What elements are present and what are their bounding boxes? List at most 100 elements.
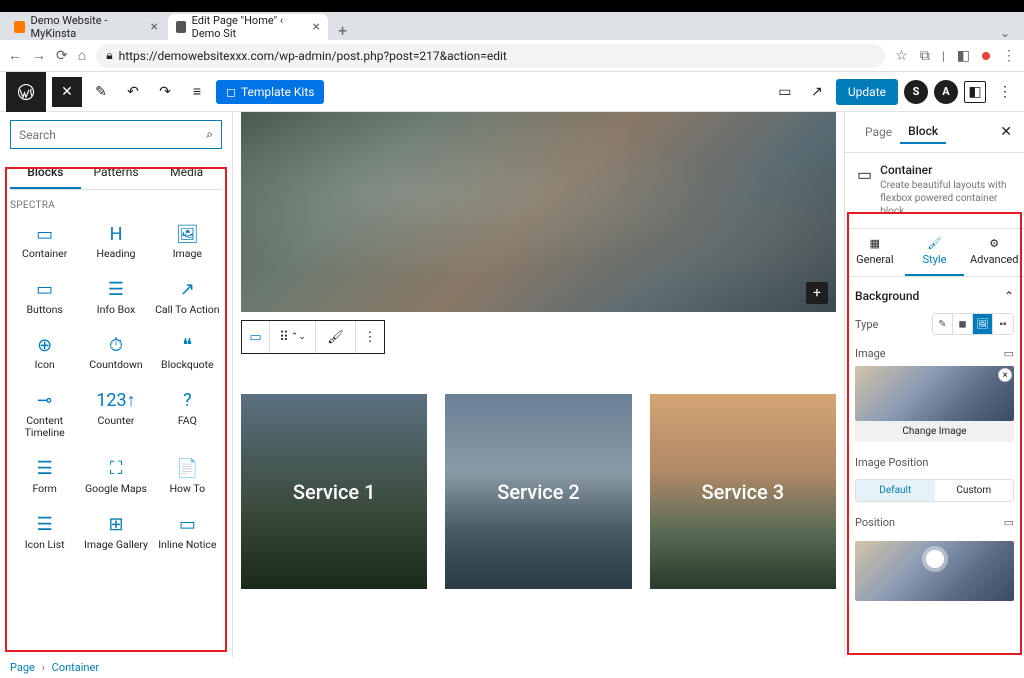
iconlist-icon: ☰ bbox=[37, 514, 53, 536]
counter-icon: 123↑ bbox=[96, 390, 135, 412]
countdown-icon: ⏱ bbox=[109, 334, 123, 356]
more-options-icon[interactable]: ⋮ bbox=[356, 321, 384, 353]
label-image: Image bbox=[855, 347, 886, 360]
menu-icon[interactable]: ⋮ bbox=[1002, 48, 1016, 64]
position-default[interactable]: Default bbox=[856, 480, 935, 501]
forward-icon[interactable]: → bbox=[32, 47, 46, 64]
block-notice[interactable]: ▭Inline Notice bbox=[153, 506, 222, 560]
close-icon[interactable]: × bbox=[313, 19, 320, 35]
hero-container-block[interactable]: + bbox=[241, 112, 836, 312]
tab-page[interactable]: Page bbox=[857, 121, 900, 143]
search-icon: ⌕ bbox=[206, 127, 213, 142]
drag-handle[interactable]: ⠿ ⌃⌄ bbox=[270, 321, 316, 353]
astra-icon[interactable]: A bbox=[934, 80, 958, 104]
browser-tab-active[interactable]: Edit Page "Home" ‹ Demo Sit × bbox=[168, 14, 328, 40]
browser-tab[interactable]: Demo Website - MyKinsta × bbox=[6, 14, 166, 40]
close-icon[interactable]: × bbox=[151, 19, 158, 35]
block-maps[interactable]: ⛶Google Maps bbox=[81, 450, 150, 504]
change-image-button[interactable]: Change Image bbox=[855, 421, 1014, 442]
tab-media[interactable]: Media bbox=[151, 157, 222, 189]
lock-icon: 🔒︎ bbox=[106, 48, 112, 63]
redo-icon[interactable]: ↷ bbox=[152, 79, 178, 105]
add-block-button[interactable]: + bbox=[806, 282, 828, 304]
block-type-icon[interactable]: ▭ bbox=[242, 321, 270, 353]
options-icon[interactable]: ⋮ bbox=[992, 79, 1018, 105]
block-heading[interactable]: HHeading bbox=[81, 215, 150, 269]
panel-icon[interactable]: ◧ bbox=[957, 48, 970, 64]
settings-panel-icon[interactable]: ◧ bbox=[964, 81, 986, 103]
block-gallery[interactable]: ⊞Image Gallery bbox=[81, 506, 150, 560]
extensions-icon[interactable]: ⧉ bbox=[920, 48, 930, 64]
home-icon[interactable]: ⌂ bbox=[78, 47, 86, 64]
timeline-icon: ⊸ bbox=[37, 390, 52, 412]
desktop-icon[interactable]: ▭ bbox=[1004, 516, 1014, 529]
tab-blocks[interactable]: Blocks bbox=[10, 157, 81, 189]
profile-icon[interactable] bbox=[982, 52, 990, 60]
back-icon[interactable]: ← bbox=[8, 47, 22, 64]
tab-favicon bbox=[176, 21, 186, 33]
breadcrumb-page[interactable]: Page bbox=[10, 661, 35, 674]
block-cta[interactable]: ↗Call To Action bbox=[153, 271, 222, 325]
external-link-icon[interactable]: ↗ bbox=[804, 79, 830, 105]
tab-style[interactable]: 🖌Style bbox=[905, 229, 965, 276]
type-color-icon[interactable]: ◼ bbox=[953, 314, 973, 334]
address-bar[interactable]: 🔒︎ https://demowebsitexxx.com/wp-admin/p… bbox=[96, 44, 885, 68]
wordpress-logo[interactable] bbox=[6, 72, 46, 112]
breadcrumb-container[interactable]: Container bbox=[52, 661, 99, 674]
tab-general[interactable]: ▦General bbox=[845, 229, 905, 276]
new-tab-button[interactable]: + bbox=[330, 21, 355, 40]
style-icon: 🖌 bbox=[928, 237, 942, 250]
block-icon[interactable]: ⊕Icon bbox=[10, 326, 79, 380]
service-card[interactable]: Service 3 bbox=[650, 394, 836, 589]
update-button[interactable]: Update bbox=[836, 79, 898, 105]
close-icon[interactable]: ✕ bbox=[1000, 124, 1012, 140]
search-input[interactable]: ⌕ bbox=[10, 120, 222, 149]
block-iconlist[interactable]: ☰Icon List bbox=[10, 506, 79, 560]
desktop-view-icon[interactable]: ▭ bbox=[772, 79, 798, 105]
chevron-down-icon[interactable]: ⌄ bbox=[1000, 26, 1010, 40]
block-form[interactable]: ☰Form bbox=[10, 450, 79, 504]
tab-patterns[interactable]: Patterns bbox=[81, 157, 152, 189]
block-blockquote[interactable]: ❝Blockquote bbox=[153, 326, 222, 380]
focal-point-picker[interactable] bbox=[855, 541, 1014, 601]
background-image-preview[interactable]: × bbox=[855, 366, 1014, 421]
reload-icon[interactable]: ⟳ bbox=[56, 48, 68, 64]
undo-icon[interactable]: ↶ bbox=[120, 79, 146, 105]
template-kits-button[interactable]: ◻ Template Kits bbox=[216, 80, 324, 104]
block-image[interactable]: 🖼Image bbox=[153, 215, 222, 269]
cta-icon: ↗ bbox=[180, 279, 195, 301]
block-countdown[interactable]: ⏱Countdown bbox=[81, 326, 150, 380]
type-none-icon[interactable]: ✎ bbox=[933, 314, 953, 334]
type-image-icon[interactable]: 🖼 bbox=[973, 314, 993, 334]
type-video-icon[interactable]: ▪▪ bbox=[993, 314, 1013, 334]
tab-advanced[interactable]: ⚙Advanced bbox=[964, 229, 1024, 276]
block-howto[interactable]: 📄How To bbox=[153, 450, 222, 504]
tab-block[interactable]: Block bbox=[900, 120, 946, 144]
block-timeline[interactable]: ⊸Content Timeline bbox=[10, 382, 79, 448]
position-custom[interactable]: Custom bbox=[935, 480, 1014, 501]
block-infobox[interactable]: ☰Info Box bbox=[81, 271, 150, 325]
block-buttons[interactable]: ▭Buttons bbox=[10, 271, 79, 325]
style-icon[interactable]: 🖌 bbox=[316, 321, 356, 353]
block-description: Create beautiful layouts with flexbox po… bbox=[880, 179, 1012, 218]
spectra-icon[interactable]: S bbox=[904, 80, 928, 104]
form-icon: ☰ bbox=[37, 458, 53, 480]
edit-icon[interactable]: ✎ bbox=[88, 79, 114, 105]
desktop-icon[interactable]: ▭ bbox=[1004, 347, 1014, 360]
block-counter[interactable]: 123↑Counter bbox=[81, 382, 150, 448]
remove-image-icon[interactable]: × bbox=[998, 368, 1012, 382]
image-icon: 🖼 bbox=[176, 223, 199, 245]
star-icon[interactable]: ☆ bbox=[895, 48, 908, 64]
block-container[interactable]: ▭Container bbox=[10, 215, 79, 269]
gallery-icon: ⊞ bbox=[108, 514, 123, 536]
block-faq[interactable]: ?FAQ bbox=[153, 382, 222, 448]
focal-point-handle[interactable] bbox=[926, 550, 944, 568]
service-card[interactable]: Service 1 bbox=[241, 394, 427, 589]
spectra-icon: ◻ bbox=[226, 85, 236, 99]
close-inserter-button[interactable]: ✕ bbox=[52, 77, 82, 107]
section-background[interactable]: Background⌃ bbox=[855, 285, 1014, 307]
label-type: Type bbox=[855, 318, 878, 331]
container-icon: ▭ bbox=[36, 223, 53, 245]
list-view-icon[interactable]: ≡ bbox=[184, 79, 210, 105]
service-card[interactable]: Service 2 bbox=[445, 394, 631, 589]
